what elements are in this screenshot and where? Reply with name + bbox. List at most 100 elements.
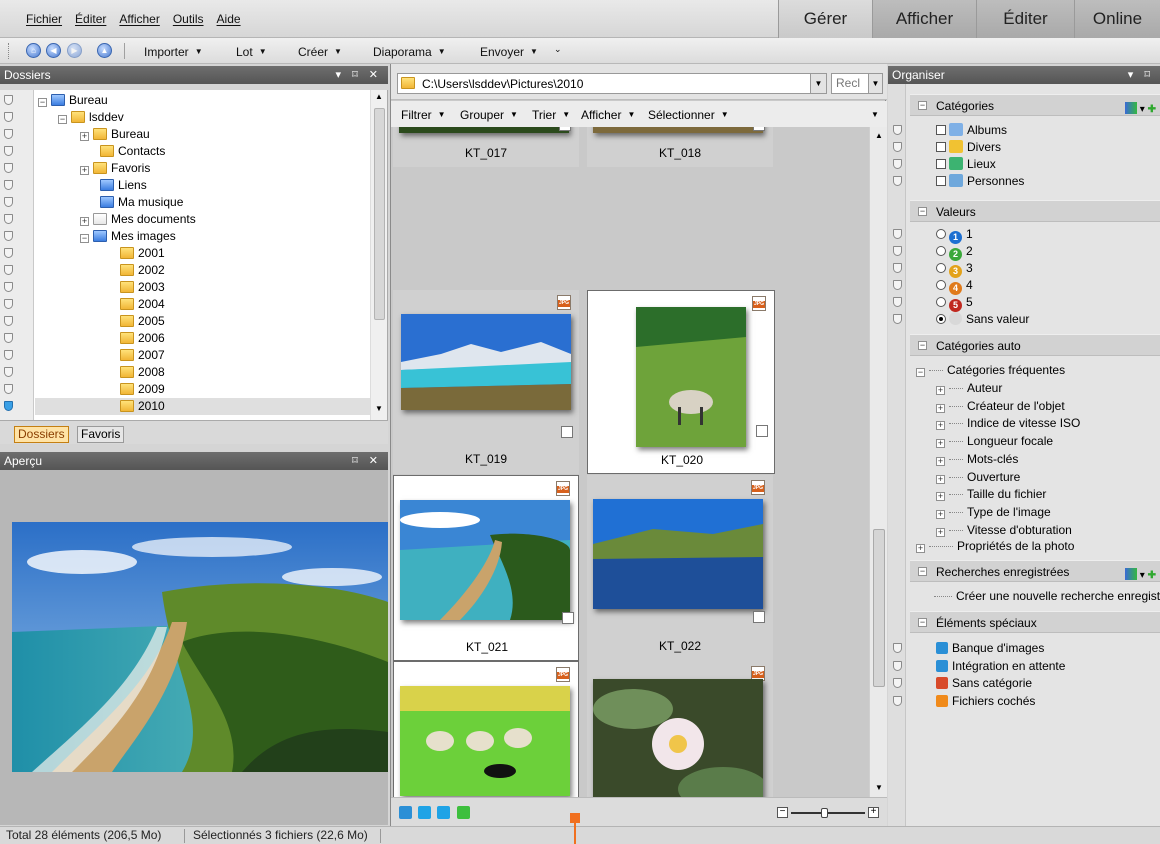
rotate-right-icon[interactable]	[437, 806, 450, 819]
envoyer-menu[interactable]: Envoyer ▼	[480, 45, 538, 59]
zoom-track[interactable]	[791, 812, 865, 814]
zoom-knob[interactable]	[820, 808, 828, 818]
collapse-icon[interactable]: −	[58, 115, 67, 124]
forward-icon[interactable]: ▶	[67, 43, 82, 58]
trier-menu[interactable]: Trier ▼	[532, 108, 570, 122]
new-saved-search[interactable]: Créer une nouvelle recherche enregistrée	[934, 588, 1160, 605]
scroll-down-icon[interactable]: ▼	[375, 404, 383, 413]
auto-category-item[interactable]: + Ouverture	[936, 469, 1020, 486]
rotate-left-icon[interactable]	[418, 806, 431, 819]
thumbnail-checkbox[interactable]	[561, 426, 573, 438]
creer-menu[interactable]: Créer ▼	[298, 45, 342, 59]
tree-item[interactable]: 2009	[120, 381, 165, 398]
grouper-menu[interactable]: Grouper ▼	[460, 108, 518, 122]
chevron-down-icon[interactable]: ▼	[871, 110, 879, 119]
lot-menu[interactable]: Lot ▼	[236, 45, 267, 59]
collapse-icon[interactable]: −	[38, 98, 47, 107]
expand-icon[interactable]: +	[936, 492, 945, 502]
panel-controls[interactable]: ▾ ⌑	[1128, 66, 1154, 84]
thumbnail[interactable]: JPG KT_020	[587, 290, 775, 474]
special-item[interactable]: Intégration en attente	[936, 658, 1065, 675]
tab-online[interactable]: Online	[1074, 0, 1160, 38]
expand-icon[interactable]: +	[80, 217, 89, 226]
tab-gerer[interactable]: Gérer	[778, 0, 872, 38]
expand-icon[interactable]: +	[936, 386, 945, 395]
rating-item[interactable]: 44	[936, 277, 973, 295]
grid-scroll-thumb[interactable]	[873, 529, 885, 687]
categories-section[interactable]: − Catégories ▾ ✚	[910, 94, 1160, 116]
thumbnail-checkbox[interactable]	[753, 127, 765, 131]
tab-dossiers[interactable]: Dossiers	[14, 426, 69, 443]
thumbnail[interactable]: JPGKT_023	[393, 661, 579, 797]
tree-item[interactable]: 2005	[120, 313, 165, 330]
category-item[interactable]: Lieux	[936, 156, 996, 173]
rating-radio[interactable]	[936, 263, 946, 273]
categories-auto-section[interactable]: − Catégories auto	[910, 334, 1160, 356]
tree-item[interactable]: + Bureau	[80, 126, 150, 143]
tree-item[interactable]: 2002	[120, 262, 165, 279]
splitter-handle[interactable]	[570, 813, 580, 823]
category-item[interactable]: Divers	[936, 139, 1001, 156]
special-item[interactable]: Banque d'images	[936, 640, 1044, 657]
chevron-down-icon[interactable]: ▼	[810, 74, 826, 93]
chevron-down-icon[interactable]: ▼	[868, 74, 882, 93]
afficher-menu[interactable]: Afficher ▼	[581, 108, 635, 122]
tree-item[interactable]: 2007	[120, 347, 165, 364]
collapse-icon[interactable]: −	[918, 618, 927, 627]
rating-radio[interactable]	[936, 246, 946, 256]
tree-item[interactable]: Ma musique	[100, 194, 183, 211]
special-items-section[interactable]: − Éléments spéciaux	[910, 611, 1160, 633]
rating-radio[interactable]	[936, 314, 946, 324]
thumbnail-grid[interactable]: KT_017 KT_018 JPG KT_019 JPG KT_020 JPG KT_021 J…	[391, 127, 869, 797]
menu-fichier[interactable]: Fichier	[26, 12, 62, 26]
importer-menu[interactable]: Importer ▼	[144, 45, 203, 59]
rating-item[interactable]: 11	[936, 226, 973, 244]
special-item[interactable]: Sans catégorie	[936, 675, 1032, 692]
scroll-up-icon[interactable]: ▲	[375, 92, 383, 101]
up-icon[interactable]: ▲	[97, 43, 112, 58]
photo-properties[interactable]: + Propriétés de la photo	[916, 538, 1074, 555]
auto-category-item[interactable]: + Mots-clés	[936, 451, 1018, 468]
tree-item[interactable]: Liens	[100, 177, 147, 194]
expand-icon[interactable]: +	[936, 527, 945, 537]
menu-editer[interactable]: Éditer	[75, 12, 106, 26]
toolbar-grip[interactable]	[8, 43, 11, 59]
tree-item[interactable]: 2008	[120, 364, 165, 381]
tree-scroll-thumb[interactable]	[374, 108, 385, 320]
category-checkbox[interactable]	[936, 142, 946, 152]
rating-radio[interactable]	[936, 280, 946, 290]
auto-category-item[interactable]: + Vitesse d'obturation	[936, 522, 1072, 539]
menu-afficher[interactable]: Afficher	[119, 12, 159, 26]
thumbnail-checkbox[interactable]	[756, 425, 768, 437]
category-item[interactable]: Albums	[936, 122, 1007, 139]
rating-item[interactable]: Sans valeur	[936, 311, 1029, 328]
auto-category-item[interactable]: + Longueur focale	[936, 433, 1053, 450]
expand-icon[interactable]: +	[936, 403, 945, 413]
tree-item[interactable]: 2003	[120, 279, 165, 296]
tree-item[interactable]: + Mes documents	[80, 211, 196, 228]
thumbnail[interactable]: JPG KT_021	[393, 475, 579, 661]
scroll-up-icon[interactable]: ▲	[875, 131, 883, 140]
zoom-in-icon[interactable]: +	[868, 807, 879, 818]
auto-category-item[interactable]: + Type de l'image	[936, 504, 1051, 521]
expand-icon[interactable]: +	[936, 456, 945, 466]
menu-outils[interactable]: Outils	[173, 12, 204, 26]
folder-tree[interactable]: − Bureau − lsddev + Bureau Contacts + Favoris Lie…	[0, 90, 388, 420]
thumbnail[interactable]: JPG KT_019	[393, 290, 579, 474]
tree-item[interactable]: 2001	[120, 245, 165, 262]
menu-aide[interactable]: Aide	[217, 12, 241, 26]
auto-category-item[interactable]: + Créateur de l'objet	[936, 398, 1065, 415]
diaporama-menu[interactable]: Diaporama ▼	[373, 45, 446, 59]
category-item[interactable]: Personnes	[936, 173, 1024, 190]
tree-item[interactable]: 2010	[35, 398, 371, 415]
special-item[interactable]: Fichiers cochés	[936, 693, 1035, 710]
category-checkbox[interactable]	[936, 159, 946, 169]
view-mode-icon[interactable]	[399, 806, 412, 819]
panel-controls[interactable]: ▾ ⌑ ✕	[336, 66, 383, 84]
rating-radio[interactable]	[936, 297, 946, 307]
home-icon[interactable]: ⌂	[26, 43, 41, 58]
collapse-icon[interactable]: −	[916, 368, 925, 377]
tab-favoris[interactable]: Favoris	[77, 426, 125, 443]
collapse-icon[interactable]: −	[918, 341, 927, 350]
category-tools-icon[interactable]: ▾ ✚	[1125, 565, 1156, 587]
